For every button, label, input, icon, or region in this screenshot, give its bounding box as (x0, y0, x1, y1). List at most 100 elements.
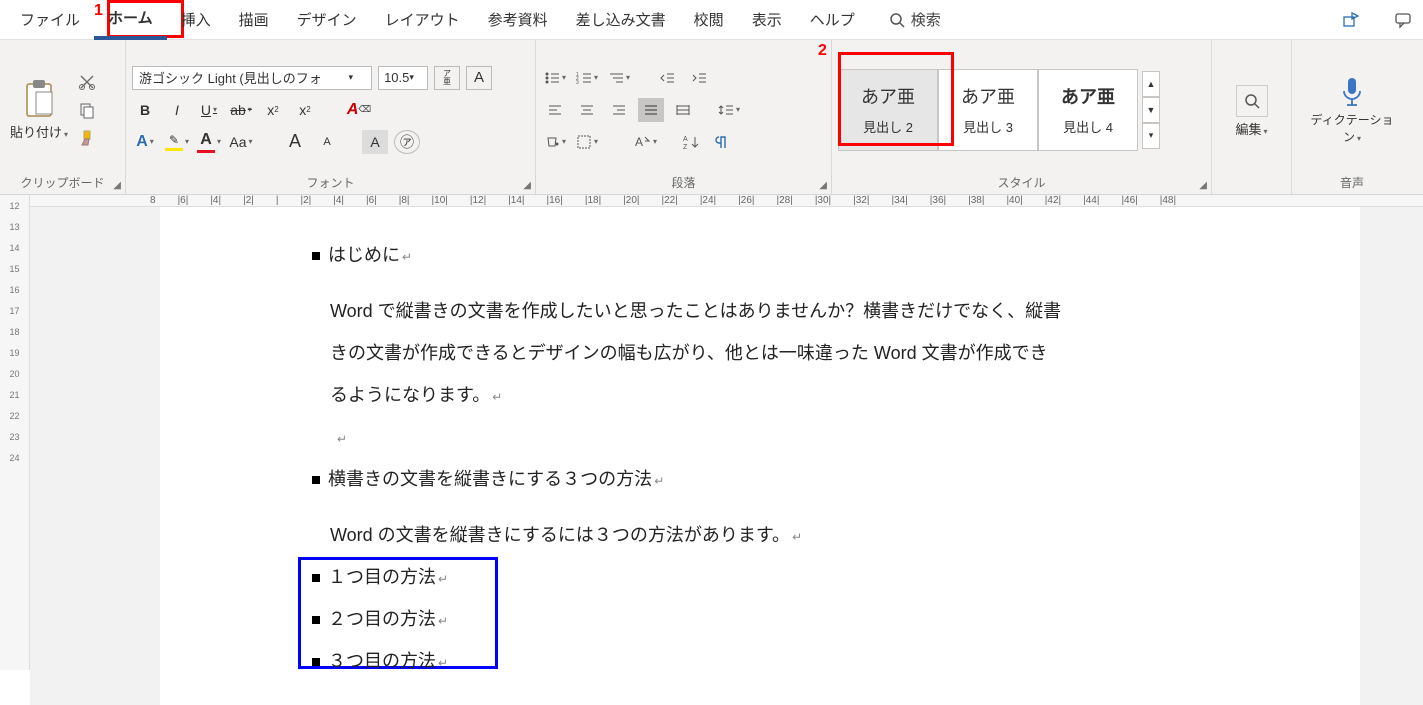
menu-help[interactable]: ヘルプ (796, 1, 869, 38)
multilevel-button[interactable] (606, 66, 632, 90)
menu-review[interactable]: 校閲 (680, 1, 738, 38)
bullet-icon (312, 658, 320, 666)
shading-button[interactable] (542, 130, 568, 154)
char-shading-button[interactable]: A (362, 130, 388, 154)
bullets-button[interactable] (542, 66, 568, 90)
group-label-editing (1212, 174, 1291, 194)
menu-design[interactable]: デザイン (283, 1, 371, 38)
align-center-button[interactable] (574, 98, 600, 122)
styles-dialog-launcher[interactable]: ◢ (1199, 180, 1207, 191)
font-size-select[interactable]: 10.5▾ (378, 66, 428, 90)
dictation-button[interactable]: ディクテーション (1298, 69, 1406, 151)
numbering-button[interactable]: 123 (574, 66, 600, 90)
copy-icon (78, 101, 96, 119)
annotation-number-2: 2 (818, 42, 827, 60)
italic-button[interactable]: I (164, 98, 190, 122)
format-painter-button[interactable] (78, 129, 96, 147)
align-justify-button[interactable] (638, 98, 664, 122)
group-label-styles: スタイル (832, 171, 1211, 194)
group-editing: 編集 (1212, 40, 1292, 194)
show-marks-button[interactable] (710, 130, 736, 154)
scissors-icon (78, 73, 96, 91)
decrease-indent-button[interactable] (654, 66, 680, 90)
menu-layout[interactable]: レイアウト (371, 1, 474, 38)
style-heading4[interactable]: あア亜 見出し 4 (1038, 69, 1138, 151)
menu-insert[interactable]: 挿入 (167, 1, 225, 38)
menu-file[interactable]: ファイル (6, 1, 94, 38)
menu-references[interactable]: 参考資料 (474, 1, 562, 38)
style-name: 見出し 3 (963, 117, 1013, 136)
doc-heading-1[interactable]: はじめに (312, 237, 1190, 273)
doc-method-2[interactable]: ２つ目の方法 (312, 601, 1190, 637)
page[interactable]: はじめに Word で縦書きの文書を作成したいと思ったことはありませんか？横書き… (160, 207, 1360, 705)
char-border-button[interactable]: A (466, 66, 492, 90)
doc-heading-2[interactable]: 横書きの文書を縦書きにする３つの方法 (312, 461, 1190, 497)
asian-layout-icon: A (633, 134, 651, 150)
highlight-button[interactable]: ✎ (164, 130, 190, 154)
superscript-button[interactable]: x2 (292, 98, 318, 122)
align-right-button[interactable] (606, 98, 632, 122)
doc-method-1[interactable]: １つ目の方法 (312, 559, 1190, 595)
underline-button[interactable]: U (196, 98, 222, 122)
cut-button[interactable] (78, 73, 96, 91)
asian-layout-button[interactable]: A (632, 130, 658, 154)
multilevel-icon (608, 71, 624, 85)
paragraph-dialog-launcher[interactable]: ◢ (819, 180, 827, 191)
shrink-font-button[interactable]: A (314, 130, 340, 154)
menu-home[interactable]: ホーム (94, 0, 167, 40)
share-button[interactable] (1337, 6, 1365, 34)
group-label-clipboard: クリップボード (0, 171, 125, 194)
align-distribute-button[interactable] (670, 98, 696, 122)
font-color-button[interactable]: A (196, 130, 222, 154)
paste-label: 貼り付け (10, 122, 68, 141)
line-spacing-button[interactable] (716, 98, 742, 122)
paste-button[interactable]: 貼り付け (6, 73, 72, 147)
editing-button[interactable]: 編集 (1225, 79, 1277, 144)
menu-draw[interactable]: 描画 (225, 1, 283, 38)
clear-formatting-button[interactable]: A⌫ (346, 98, 372, 122)
change-case-button[interactable]: Aa (228, 130, 254, 154)
increase-indent-button[interactable] (686, 66, 712, 90)
comments-button[interactable] (1389, 6, 1417, 34)
subscript-button[interactable]: x2 (260, 98, 286, 122)
bold-button[interactable]: B (132, 98, 158, 122)
doc-empty-line[interactable] (330, 419, 1190, 455)
enclose-char-button[interactable]: ㋐ (394, 130, 420, 154)
sort-button[interactable]: AZ (678, 130, 704, 154)
vertical-ruler: 12131415161718192021222324 (0, 195, 30, 670)
bullet-icon (312, 252, 320, 260)
doc-method-3[interactable]: ３つ目の方法 (312, 643, 1190, 679)
styles-expand[interactable]: ▾ (1142, 123, 1160, 149)
search-icon (1236, 85, 1268, 117)
strike-button[interactable]: ab (228, 98, 254, 122)
ribbon: 貼り付け クリップボード ◢ 游ゴシック Light (見出しのフォ▾ 10.5… (0, 40, 1423, 195)
phonetic-guide-button[interactable]: ア亜 (434, 66, 460, 90)
copy-button[interactable] (78, 101, 96, 119)
group-label-dictation: 音声 (1292, 171, 1412, 194)
borders-button[interactable] (574, 130, 600, 154)
align-center-icon (579, 103, 595, 117)
line-spacing-icon (718, 103, 734, 117)
horizontal-ruler: 8|6||4||2|||2||4||6||8||10||12||14||16||… (30, 195, 1423, 207)
doc-body[interactable]: Word の文書を縦書きにするには３つの方法があります。 (330, 517, 1190, 553)
font-name-select[interactable]: 游ゴシック Light (見出しのフォ▾ (132, 66, 372, 90)
styles-scroll-down[interactable]: ▼ (1142, 97, 1160, 123)
bullet-icon (312, 476, 320, 484)
doc-body[interactable]: るようになります。 (330, 377, 1190, 413)
align-left-button[interactable] (542, 98, 568, 122)
font-dialog-launcher[interactable]: ◢ (523, 180, 531, 191)
menu-view[interactable]: 表示 (738, 1, 796, 38)
search-button[interactable]: 検索 (889, 9, 941, 30)
styles-scroll-up[interactable]: ▲ (1142, 71, 1160, 97)
text-effects-button[interactable]: A (132, 130, 158, 154)
font-size-value: 10.5 (384, 70, 409, 85)
doc-body[interactable]: きの文書が作成できるとデザインの幅も広がり、他とは一味違った Word 文書が作… (330, 335, 1190, 371)
menu-mailings[interactable]: 差し込み文書 (562, 1, 680, 38)
document-area[interactable]: はじめに Word で縦書きの文書を作成したいと思ったことはありませんか？横書き… (30, 207, 1423, 705)
indent-icon (691, 71, 707, 85)
doc-body[interactable]: Word で縦書きの文書を作成したいと思ったことはありませんか？横書きだけでなく… (330, 293, 1190, 329)
editing-label: 編集 (1235, 119, 1267, 138)
grow-font-button[interactable]: A (282, 130, 308, 154)
clipboard-dialog-launcher[interactable]: ◢ (113, 180, 121, 191)
group-font: 游ゴシック Light (見出しのフォ▾ 10.5▾ ア亜 A B I U ab… (126, 40, 536, 194)
